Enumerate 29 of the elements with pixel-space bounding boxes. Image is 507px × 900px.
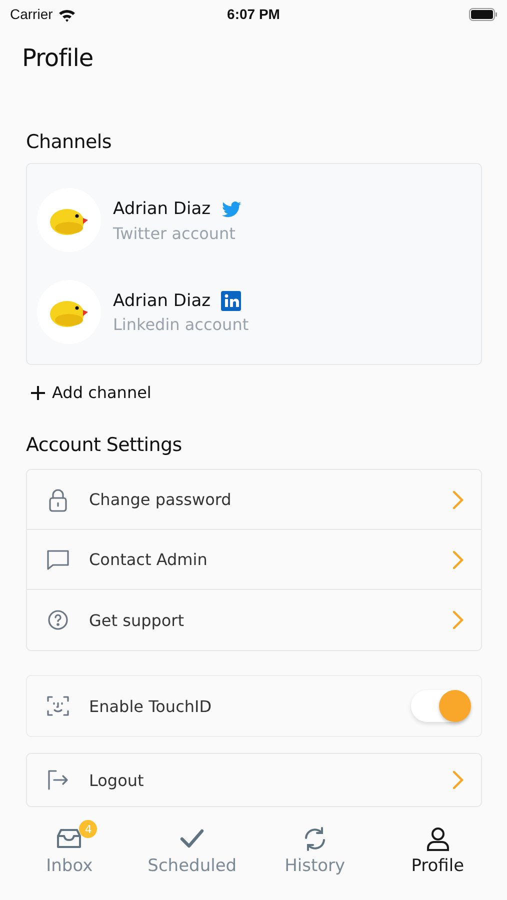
account-name: Adrian Diaz	[113, 198, 211, 218]
clock-time: 6:07 PM	[227, 6, 280, 22]
carrier-label: Carrier	[10, 6, 53, 22]
logout-item[interactable]: Logout	[27, 754, 481, 806]
help-icon	[45, 607, 71, 633]
add-channel-button[interactable]: Add channel	[30, 379, 152, 406]
section-heading: Channels	[26, 131, 113, 153]
page-title: Profile	[22, 44, 94, 72]
battery-icon	[469, 8, 497, 20]
chevron-right-icon	[451, 550, 465, 570]
section-heading: Account Settings	[26, 434, 183, 456]
chevron-right-icon	[451, 610, 465, 630]
settings-item[interactable]: Get support	[27, 590, 481, 650]
account-type: Linkedin account	[113, 314, 249, 334]
chevron-right-icon	[451, 770, 465, 790]
bird-avatar-icon	[37, 280, 101, 344]
bird-avatar-icon	[37, 188, 101, 252]
count-badge: 4	[79, 820, 98, 838]
plus-icon	[30, 384, 46, 400]
account-type: Twitter account	[113, 224, 236, 242]
toggle-switch[interactable]	[411, 690, 469, 722]
setting-label: Enable TouchID	[89, 696, 213, 716]
tab-item[interactable]: Profile	[382, 812, 493, 900]
account-name: Adrian Diaz	[113, 290, 211, 310]
settings-item[interactable]: Contact Admin	[27, 530, 481, 590]
in-logo-icon	[220, 290, 241, 310]
settings-item[interactable]: Change password	[27, 470, 481, 530]
chevron-right-icon	[451, 490, 465, 510]
face-scan-icon	[45, 693, 71, 719]
